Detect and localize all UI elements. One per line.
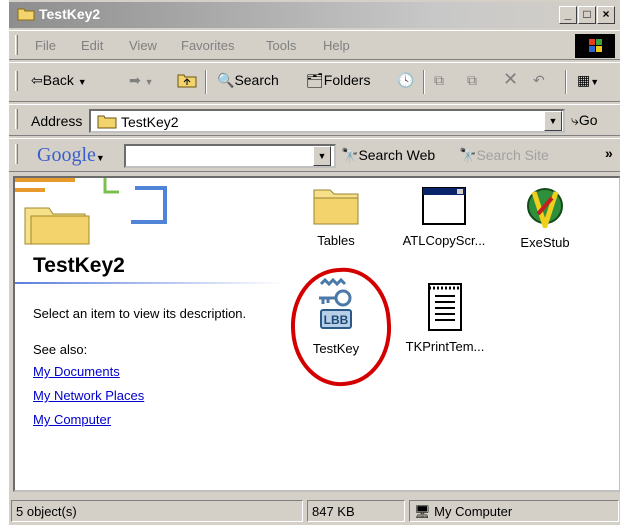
menu-tools[interactable]: Tools <box>266 38 296 53</box>
folder-icon <box>97 115 117 129</box>
toolbar-separator <box>205 70 207 94</box>
status-object-count: 5 object(s) <box>11 500 303 522</box>
status-zone: 🖥 My Computer <box>409 500 619 522</box>
link-my-computer[interactable]: My Computer <box>33 412 111 427</box>
toolbar-grip[interactable] <box>15 109 18 129</box>
move-to-button[interactable]: ⧉ <box>434 72 444 89</box>
folder-icon <box>313 189 359 225</box>
explorer-window: TestKey2 _ □ × File Edit View Favorites … <box>8 0 620 525</box>
title-bar[interactable]: TestKey2 _ □ × <box>9 2 620 28</box>
forward-button[interactable]: ➡ ▼ <box>129 72 154 89</box>
toolbar-grip[interactable] <box>15 35 18 55</box>
address-dropdown-button[interactable]: ▼ <box>544 111 562 131</box>
history-icon: 🕓 <box>397 72 415 88</box>
status-size: 847 KB <box>307 500 405 522</box>
menu-file[interactable]: File <box>35 38 56 53</box>
address-bar: Address TestKey2 ▼ ⤷Go <box>9 104 620 136</box>
file-item-testkey[interactable]: LBB TestKey <box>281 277 391 356</box>
search-web-button[interactable]: 🔭Search Web <box>341 147 435 164</box>
close-button[interactable]: × <box>597 6 615 24</box>
application-window-icon <box>422 187 466 225</box>
go-arrow-icon: ⤷ <box>571 112 579 128</box>
menu-favorites[interactable]: Favorites <box>181 38 234 53</box>
file-item-tkprinttem[interactable]: TKPrintTem... <box>390 282 500 354</box>
address-label: Address <box>31 113 83 129</box>
file-item-exestub[interactable]: ExeStub <box>490 184 600 250</box>
menu-edit[interactable]: Edit <box>81 38 103 53</box>
windows-logo-icon <box>575 34 615 58</box>
back-arrow-icon: ⇦ <box>31 72 43 88</box>
delete-x-icon: ✕ <box>503 69 519 89</box>
file-label: Tables <box>317 233 355 248</box>
undo-icon: ↶ <box>533 72 545 88</box>
copy-to-button[interactable]: ⧉ <box>467 72 477 89</box>
testkey-key-icon: LBB <box>319 277 352 329</box>
file-item-tables[interactable]: Tables <box>281 184 391 248</box>
undo-button[interactable]: ↶ <box>533 72 545 89</box>
folder-banner-icon <box>15 178 167 245</box>
folder-up-icon <box>177 74 197 88</box>
menu-view[interactable]: View <box>129 38 157 53</box>
text-document-icon <box>428 283 462 331</box>
chevron-down-icon: ▼ <box>144 77 154 87</box>
back-button[interactable]: ⇦Back ▼ <box>31 72 87 89</box>
binoculars-icon: 🔭 <box>341 147 359 163</box>
search-button[interactable]: 🔍Search <box>217 72 279 89</box>
menu-help[interactable]: Help <box>323 38 350 53</box>
svg-text:LBB: LBB <box>324 313 349 327</box>
search-site-icon: 🔭 <box>459 147 477 163</box>
standard-toolbar: ⇦Back ▼ ➡ ▼ 🔍Search 🗂Folders 🕓 ⧉ ⧉ ✕ ↶ ▦… <box>9 62 620 102</box>
address-input[interactable]: TestKey2 ▼ <box>89 109 565 133</box>
file-label: ExeStub <box>520 235 570 250</box>
chevron-down-icon: ▼ <box>590 77 600 87</box>
menu-bar: File Edit View Favorites Tools Help <box>9 30 620 60</box>
file-item-atlcopyscr[interactable]: ATLCopyScr... <box>389 184 499 248</box>
panel-divider <box>15 282 285 284</box>
google-search-input[interactable] <box>124 144 336 168</box>
google-logo[interactable]: Google▼ <box>37 144 105 167</box>
maximize-button[interactable]: □ <box>578 6 596 24</box>
history-button[interactable]: 🕓 <box>397 72 414 89</box>
google-toolbar: Google▼ ▼ 🔭Search Web 🔭Search Site » <box>9 138 620 172</box>
toolbar-overflow-chevron-icon[interactable]: » <box>605 145 613 161</box>
folder-icon <box>17 8 35 21</box>
views-button[interactable]: ▦▼ <box>577 72 599 89</box>
status-bar: 5 object(s) 847 KB 🖥 My Computer <box>9 496 620 525</box>
file-label: TKPrintTem... <box>405 339 485 354</box>
folders-button[interactable]: 🗂Folders <box>306 72 370 89</box>
chevron-down-icon: ▼ <box>77 77 87 87</box>
up-folder-button[interactable] <box>177 72 197 91</box>
panel-description: Select an item to view its description. <box>33 306 247 321</box>
google-dropdown-button[interactable]: ▼ <box>313 146 331 166</box>
folder-view: TestKey2 Select an item to view its desc… <box>13 176 620 492</box>
toolbar-grip[interactable] <box>15 71 18 91</box>
link-my-documents[interactable]: My Documents <box>33 364 120 379</box>
exestub-app-icon <box>527 188 563 235</box>
copy-to-icon: ⧉ <box>467 72 477 88</box>
minimize-button[interactable]: _ <box>559 6 577 24</box>
window-title: TestKey2 <box>39 6 101 22</box>
file-label: TestKey <box>312 341 360 356</box>
chevron-down-icon: ▼ <box>95 153 105 163</box>
folders-icon: 🗂 <box>306 72 324 88</box>
search-icon: 🔍 <box>217 72 235 88</box>
go-button[interactable]: ⤷Go <box>571 112 598 129</box>
toolbar-separator <box>423 70 425 94</box>
my-computer-icon: 🖥 <box>414 504 431 519</box>
search-site-button[interactable]: 🔭Search Site <box>459 147 549 164</box>
panel-folder-title: TestKey2 <box>33 254 125 277</box>
views-icon: ▦ <box>577 72 591 88</box>
address-value: TestKey2 <box>121 114 179 130</box>
toolbar-separator <box>565 70 567 94</box>
see-also-label: See also: <box>33 342 88 357</box>
delete-button[interactable]: ✕ <box>503 69 518 90</box>
file-label: ATLCopyScr... <box>402 233 486 248</box>
move-to-icon: ⧉ <box>434 72 444 88</box>
toolbar-grip[interactable] <box>15 144 18 164</box>
link-my-network-places[interactable]: My Network Places <box>33 388 144 403</box>
